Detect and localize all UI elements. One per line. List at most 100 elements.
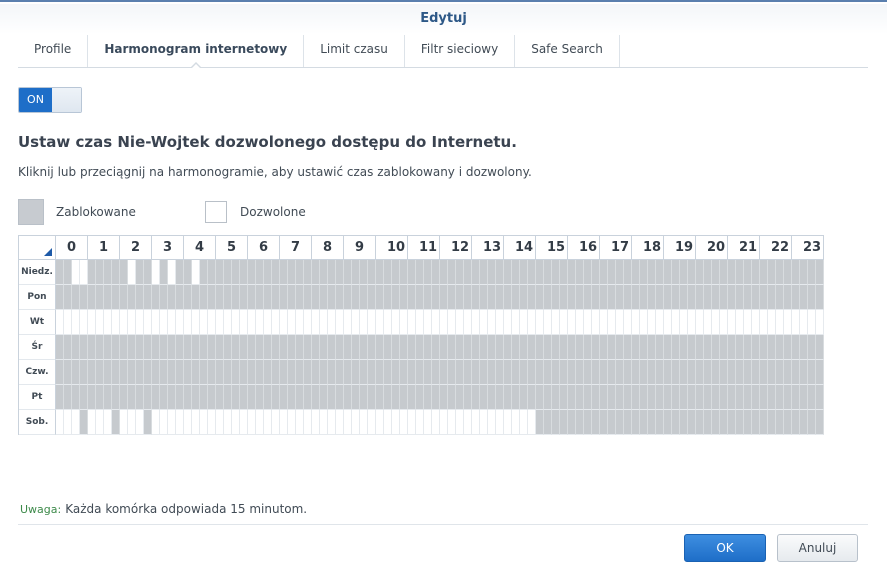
schedule-cell[interactable] [680,360,688,385]
schedule-cell[interactable] [80,285,88,310]
schedule-cell[interactable] [472,335,480,360]
schedule-cell[interactable] [816,360,824,385]
schedule-cell[interactable] [232,310,240,335]
schedule-cell[interactable] [320,360,328,385]
schedule-cell[interactable] [360,260,368,285]
schedule-cell[interactable] [752,260,760,285]
schedule-cell[interactable] [520,385,528,410]
schedule-cell[interactable] [720,260,728,285]
tab-limit-czasu[interactable]: Limit czasu [304,35,405,67]
schedule-cell[interactable] [672,310,680,335]
schedule-cell[interactable] [688,360,696,385]
schedule-cell[interactable] [512,310,520,335]
schedule-cell[interactable] [144,410,152,435]
schedule-cell[interactable] [352,335,360,360]
schedule-cell[interactable] [800,310,808,335]
schedule-cell[interactable] [584,335,592,360]
schedule-cell[interactable] [112,260,120,285]
schedule-cell[interactable] [320,285,328,310]
schedule-cell[interactable] [312,310,320,335]
schedule-cell[interactable] [144,285,152,310]
schedule-cell[interactable] [536,260,544,285]
hour-header-15[interactable]: 15 [536,236,568,260]
schedule-cell[interactable] [384,385,392,410]
schedule-cell[interactable] [664,385,672,410]
schedule-cell[interactable] [280,310,288,335]
schedule-cell[interactable] [616,410,624,435]
schedule-cell[interactable] [768,285,776,310]
schedule-cell[interactable] [168,310,176,335]
schedule-cell[interactable] [664,285,672,310]
schedule-cell[interactable] [592,335,600,360]
schedule-cell[interactable] [320,410,328,435]
schedule-cell[interactable] [304,310,312,335]
schedule-cell[interactable] [352,285,360,310]
schedule-cell[interactable] [776,360,784,385]
schedule-cell[interactable] [432,335,440,360]
schedule-cell[interactable] [488,360,496,385]
schedule-cell[interactable] [120,285,128,310]
schedule-cell[interactable] [104,360,112,385]
schedule-cell[interactable] [592,410,600,435]
schedule-cell[interactable] [616,360,624,385]
schedule-cell[interactable] [480,410,488,435]
schedule-cell[interactable] [72,360,80,385]
schedule-cell[interactable] [792,285,800,310]
schedule-cell[interactable] [792,310,800,335]
schedule-cell[interactable] [96,310,104,335]
schedule-cell[interactable] [264,285,272,310]
schedule-cell[interactable] [696,285,704,310]
schedule-cell[interactable] [400,310,408,335]
schedule-cell[interactable] [448,335,456,360]
schedule-cell[interactable] [256,410,264,435]
schedule-cell[interactable] [56,285,64,310]
schedule-cell[interactable] [72,385,80,410]
schedule-cell[interactable] [304,385,312,410]
schedule-cell[interactable] [752,410,760,435]
schedule-cell[interactable] [176,410,184,435]
schedule-cell[interactable] [784,285,792,310]
tab-profile[interactable]: Profile [18,35,89,67]
hour-header-17[interactable]: 17 [600,236,632,260]
schedule-cell[interactable] [584,260,592,285]
schedule-cell[interactable] [408,385,416,410]
schedule-cell[interactable] [648,385,656,410]
schedule-cell[interactable] [72,335,80,360]
schedule-cell[interactable] [624,410,632,435]
schedule-cell[interactable] [712,285,720,310]
schedule-cell[interactable] [568,360,576,385]
schedule-cell[interactable] [488,310,496,335]
schedule-cell[interactable] [168,360,176,385]
schedule-cell[interactable] [232,260,240,285]
schedule-cell[interactable] [552,260,560,285]
schedule-cell[interactable] [744,360,752,385]
schedule-cell[interactable] [400,385,408,410]
schedule-cell[interactable] [624,360,632,385]
schedule-cell[interactable] [576,385,584,410]
schedule-cell[interactable] [280,360,288,385]
schedule-cell[interactable] [416,385,424,410]
schedule-cell[interactable] [680,260,688,285]
schedule-cell[interactable] [600,285,608,310]
schedule-cell[interactable] [560,335,568,360]
schedule-cell[interactable] [560,385,568,410]
schedule-cell[interactable] [80,335,88,360]
hour-header-7[interactable]: 7 [280,236,312,260]
schedule-cell[interactable] [664,410,672,435]
hour-header-14[interactable]: 14 [504,236,536,260]
select-all-corner[interactable] [19,236,56,260]
schedule-cell[interactable] [608,310,616,335]
schedule-cell[interactable] [456,360,464,385]
schedule-cell[interactable] [816,385,824,410]
schedule-cell[interactable] [184,285,192,310]
hour-header-19[interactable]: 19 [664,236,696,260]
schedule-cell[interactable] [616,260,624,285]
schedule-cell[interactable] [216,410,224,435]
schedule-cell[interactable] [464,410,472,435]
schedule-cell[interactable] [312,285,320,310]
schedule-cell[interactable] [752,385,760,410]
schedule-cell[interactable] [80,310,88,335]
schedule-cell[interactable] [208,335,216,360]
schedule-cell[interactable] [392,410,400,435]
schedule-cell[interactable] [336,410,344,435]
